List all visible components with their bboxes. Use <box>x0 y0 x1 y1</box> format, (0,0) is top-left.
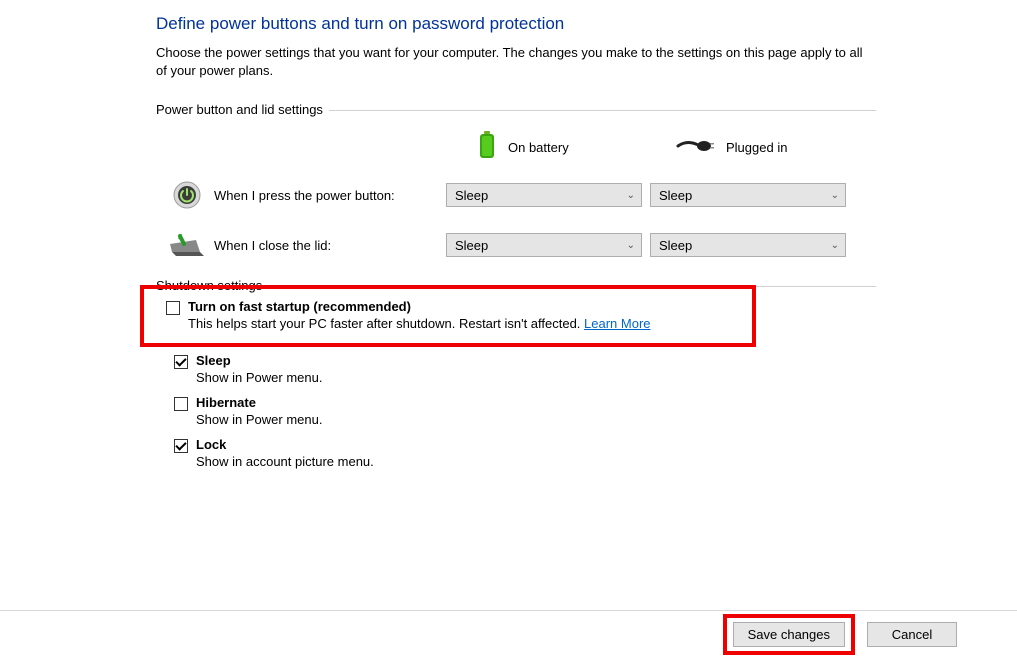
chevron-down-icon: ⌄ <box>831 240 839 251</box>
opt-lock-desc: Show in account picture menu. <box>196 454 374 469</box>
chevron-down-icon: ⌄ <box>831 190 839 201</box>
bottom-bar: Save changes Cancel <box>0 610 1017 658</box>
dropdown-lid-battery[interactable]: Sleep ⌄ <box>446 233 642 257</box>
plug-icon <box>676 137 716 158</box>
close-lid-icon <box>170 228 204 262</box>
divider <box>329 110 876 111</box>
dropdown-value: Sleep <box>455 188 488 203</box>
cancel-button[interactable]: Cancel <box>867 622 957 647</box>
page-title: Define power buttons and turn on passwor… <box>156 14 1017 34</box>
chevron-down-icon: ⌄ <box>627 240 635 251</box>
dropdown-value: Sleep <box>455 238 488 253</box>
battery-icon <box>476 131 498 164</box>
dropdown-value: Sleep <box>659 188 692 203</box>
power-button-icon <box>170 178 204 212</box>
checkbox-lock[interactable] <box>174 439 188 453</box>
section-label-power: Power button and lid settings <box>156 102 329 117</box>
opt-hibernate-desc: Show in Power menu. <box>196 412 322 427</box>
row-power-button: When I press the power button: Sleep ⌄ S… <box>156 178 876 212</box>
highlight-save-button: Save changes <box>723 614 855 655</box>
section-header-power: Power button and lid settings <box>156 102 876 117</box>
close-lid-label: When I close the lid: <box>214 238 331 253</box>
power-button-label: When I press the power button: <box>214 188 395 203</box>
opt-hibernate-title: Hibernate <box>196 395 322 410</box>
dropdown-power-battery[interactable]: Sleep ⌄ <box>446 183 642 207</box>
page-subtext: Choose the power settings that you want … <box>156 44 876 80</box>
column-battery-label: On battery <box>508 140 569 155</box>
checkbox-fast-startup[interactable] <box>166 301 180 315</box>
checkbox-hibernate[interactable] <box>174 397 188 411</box>
highlight-fast-startup: Turn on fast startup (recommended) This … <box>140 285 756 347</box>
opt-lock-title: Lock <box>196 437 374 452</box>
dropdown-value: Sleep <box>659 238 692 253</box>
learn-more-link[interactable]: Learn More <box>584 316 650 331</box>
opt-sleep-title: Sleep <box>196 353 322 368</box>
column-plugged-label: Plugged in <box>726 140 787 155</box>
opt-sleep-desc: Show in Power menu. <box>196 370 322 385</box>
chevron-down-icon: ⌄ <box>627 190 635 201</box>
opt-fast-startup-desc-text: This helps start your PC faster after sh… <box>188 316 584 331</box>
opt-fast-startup-title: Turn on fast startup (recommended) <box>188 299 651 314</box>
dropdown-lid-plugged[interactable]: Sleep ⌄ <box>650 233 846 257</box>
column-headers: On battery Plugged in <box>156 131 876 164</box>
row-close-lid: When I close the lid: Sleep ⌄ Sleep ⌄ <box>156 228 876 262</box>
opt-fast-startup-desc: This helps start your PC faster after sh… <box>188 316 651 331</box>
save-button[interactable]: Save changes <box>733 622 845 647</box>
dropdown-power-plugged[interactable]: Sleep ⌄ <box>650 183 846 207</box>
checkbox-sleep[interactable] <box>174 355 188 369</box>
